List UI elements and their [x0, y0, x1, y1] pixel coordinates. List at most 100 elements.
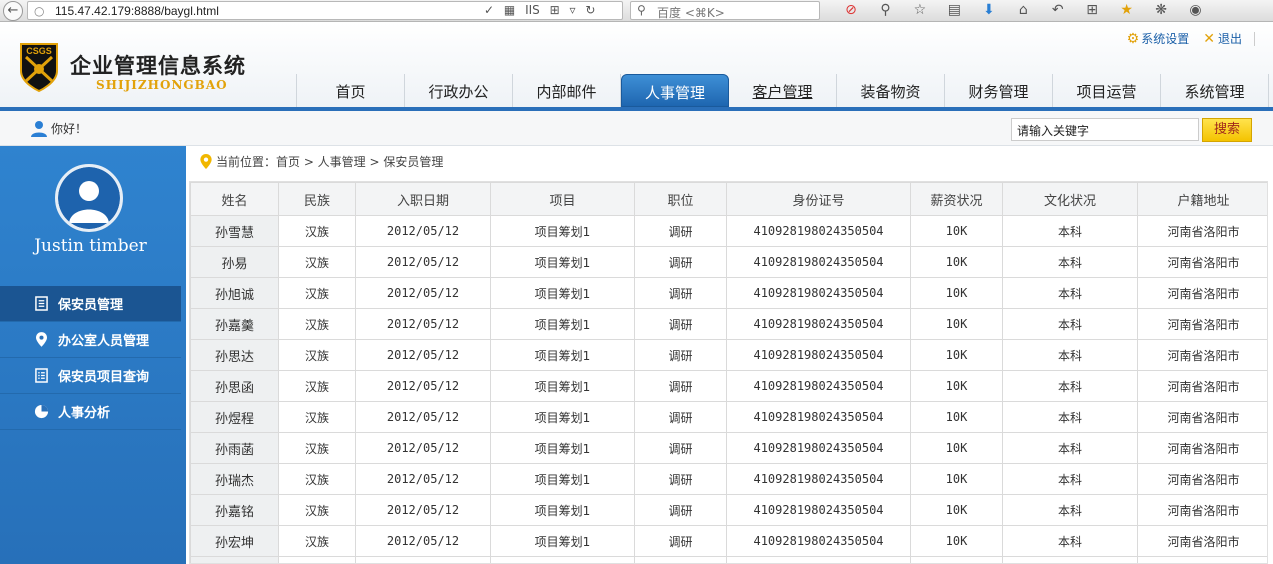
reader-icon[interactable]: ▤	[939, 2, 969, 18]
tab-system[interactable]: 系统管理	[1161, 74, 1269, 107]
table-cell-position: 调研	[634, 370, 727, 402]
table-cell-project: 项目筹划1	[490, 401, 635, 433]
table-cell-education: 本科	[1002, 432, 1138, 464]
sidebar-menu: 保安员管理 办公室人员管理 保安员项目查询 人事分析	[0, 286, 181, 430]
table-cell-salary: 10K	[910, 215, 1003, 247]
sidebar-item-guard-project-query[interactable]: 保安员项目查询	[0, 358, 181, 394]
tab-projects[interactable]: 项目运营	[1053, 74, 1161, 107]
breadcrumb-text: 当前位置：首页 > 人事管理 > 保安员管理	[216, 155, 444, 169]
column-header-education[interactable]: 文化状况	[1002, 182, 1138, 216]
back-arrow-icon[interactable]: ←	[3, 1, 23, 21]
iis-icon[interactable]: IIS	[525, 3, 540, 17]
extension-icon[interactable]: ◉	[1181, 2, 1211, 18]
crop-icon[interactable]: ⊞	[1077, 2, 1107, 18]
table-row[interactable]: 孙旭诚 汉族 2012/05/12 项目筹划1 调研 410928198024350504…	[190, 277, 1267, 309]
zoom-icon[interactable]: ⚲	[870, 2, 900, 18]
tab-administration[interactable]: 行政办公	[405, 74, 513, 107]
star-icon[interactable]: ☆	[905, 2, 935, 18]
tab-internal-mail[interactable]: 内部邮件	[513, 74, 621, 107]
table-cell-education: 本科	[1002, 215, 1138, 247]
dropdown-arrow-icon[interactable]: ▿	[569, 3, 575, 17]
table-row[interactable]: 孙雪慧 汉族 2012/05/12 项目筹划1 调研 410928198024350504…	[190, 215, 1267, 247]
divider	[1254, 31, 1255, 46]
column-header-salary[interactable]: 薪资状况	[910, 182, 1003, 216]
table-cell-position: 调研	[634, 463, 727, 495]
tab-home[interactable]: 首页	[297, 74, 405, 107]
tab-hr[interactable]: 人事管理	[621, 74, 729, 107]
table-cell-id-number: 410928198024350504	[726, 339, 911, 371]
home-icon[interactable]: ⌂	[1008, 2, 1038, 18]
logout-label: 退出	[1217, 32, 1242, 46]
bug-icon[interactable]: ❋	[1146, 2, 1176, 18]
table-row[interactable]: 孙雨菡 汉族 2012/05/12 项目筹划1 调研 410928198024350504…	[190, 432, 1267, 464]
reload-icon[interactable]: ↻	[585, 3, 595, 17]
sidebar-item-label: 保安员项目查询	[58, 370, 150, 385]
table-cell-ethnicity	[278, 556, 356, 563]
table-cell-id-number: 410928198024350504	[726, 494, 911, 526]
logout-link[interactable]: ✕ 退出	[1203, 30, 1242, 47]
sidebar: Justin timber 保安员管理 办公室人员管理 保安员项目查询 人事分析	[0, 146, 186, 564]
table-cell-hire-date: 2012/05/12	[355, 401, 491, 433]
pie-chart-icon	[33, 404, 49, 420]
table-cell-name: 孙旭诚	[190, 277, 279, 309]
table-cell-education: 本科	[1002, 494, 1138, 526]
sidebar-item-hr-analysis[interactable]: 人事分析	[0, 394, 181, 430]
search-button[interactable]: 搜索	[1202, 118, 1252, 142]
table-row[interactable]: 孙嘉铭 汉族 2012/05/12 项目筹划1 调研 410928198024350504…	[190, 494, 1267, 526]
tab-equipment[interactable]: 装备物资	[837, 74, 945, 107]
column-header-name[interactable]: 姓名	[190, 182, 279, 216]
gear-icon: ⚙	[1126, 30, 1140, 47]
table-cell-id-number: 410928198024350504	[726, 525, 911, 557]
qr-code-icon[interactable]: ▦	[504, 3, 515, 17]
table-cell-hometown: 河南省洛阳市	[1137, 215, 1267, 247]
table-cell-hometown: 河南省洛阳市	[1137, 432, 1267, 464]
tab-customers[interactable]: 客户管理	[729, 74, 837, 107]
keyword-search-input[interactable]: 请输入关键字	[1011, 118, 1199, 141]
bookmark-star-icon[interactable]: ★	[1112, 2, 1142, 18]
table-cell-name: 孙嘉铭	[190, 494, 279, 526]
shield-check-icon[interactable]: ✓	[484, 3, 494, 17]
table-row[interactable]: 孙思达 汉族 2012/05/12 项目筹划1 调研 410928198024350504…	[190, 339, 1267, 371]
table-row[interactable]: 孙瑞杰 汉族 2012/05/12 项目筹划1 调研 410928198024350504…	[190, 463, 1267, 495]
column-header-project[interactable]: 项目	[490, 182, 635, 216]
column-header-position[interactable]: 职位	[634, 182, 727, 216]
table-cell-salary: 10K	[910, 370, 1003, 402]
table-cell-hire-date: 2012/05/12	[355, 370, 491, 402]
breadcrumb: 当前位置：首页 > 人事管理 > 保安员管理	[200, 153, 443, 170]
block-icon[interactable]: ⊘	[836, 2, 866, 18]
list-icon	[33, 368, 49, 384]
table-cell-project: 项目筹划1	[490, 494, 635, 526]
table-row[interactable]	[190, 556, 1267, 563]
shield-logo-icon: CSGS	[20, 43, 58, 93]
tab-finance[interactable]: 财务管理	[945, 74, 1053, 107]
column-header-hire-date[interactable]: 入职日期	[355, 182, 491, 216]
browser-search-field[interactable]: ⚲ 百度 <⌘K>	[630, 1, 820, 20]
table-cell-education: 本科	[1002, 463, 1138, 495]
table-cell-salary: 10K	[910, 277, 1003, 309]
address-bar[interactable]: ○ 115.47.42.179:8888/baygl.html ✓ ▦ IIS …	[27, 1, 623, 20]
document-icon	[33, 296, 49, 312]
table-cell-project: 项目筹划1	[490, 370, 635, 402]
column-header-hometown[interactable]: 户籍地址	[1137, 182, 1267, 216]
table-cell-ethnicity: 汉族	[278, 401, 356, 433]
undo-icon[interactable]: ↶	[1043, 2, 1073, 18]
table-row[interactable]: 孙思函 汉族 2012/05/12 项目筹划1 调研 410928198024350504…	[190, 370, 1267, 402]
table-row[interactable]: 孙易 汉族 2012/05/12 项目筹划1 调研 410928198024350504 1…	[190, 246, 1267, 278]
table-cell-salary: 10K	[910, 246, 1003, 278]
sidebar-item-guard-management[interactable]: 保安员管理	[0, 286, 181, 322]
main-nav: 首页 行政办公 内部邮件 人事管理 客户管理 装备物资 财务管理 项目运营 系统…	[296, 74, 1269, 107]
table-row[interactable]: 孙嘉羹 汉族 2012/05/12 项目筹划1 调研 410928198024350504…	[190, 308, 1267, 340]
sidebar-item-office-staff[interactable]: 办公室人员管理	[0, 322, 181, 358]
download-icon[interactable]: ⬇	[974, 2, 1004, 18]
column-header-ethnicity[interactable]: 民族	[278, 182, 356, 216]
system-subtitle: SHIJIZHONGBAO	[96, 78, 228, 92]
table-cell-name: 孙瑞杰	[190, 463, 279, 495]
table-cell-hire-date: 2012/05/12	[355, 215, 491, 247]
table-row[interactable]: 孙煜程 汉族 2012/05/12 项目筹划1 调研 410928198024350504…	[190, 401, 1267, 433]
table-cell-education: 本科	[1002, 401, 1138, 433]
column-header-id-number[interactable]: 身份证号	[726, 182, 911, 216]
settings-link[interactable]: ⚙ 系统设置	[1127, 30, 1190, 47]
table-row[interactable]: 孙宏坤 汉族 2012/05/12 项目筹划1 调研 410928198024350504…	[190, 525, 1267, 557]
sidebar-item-label: 保安员管理	[58, 298, 124, 313]
windows-icon[interactable]: ⊞	[550, 3, 560, 17]
